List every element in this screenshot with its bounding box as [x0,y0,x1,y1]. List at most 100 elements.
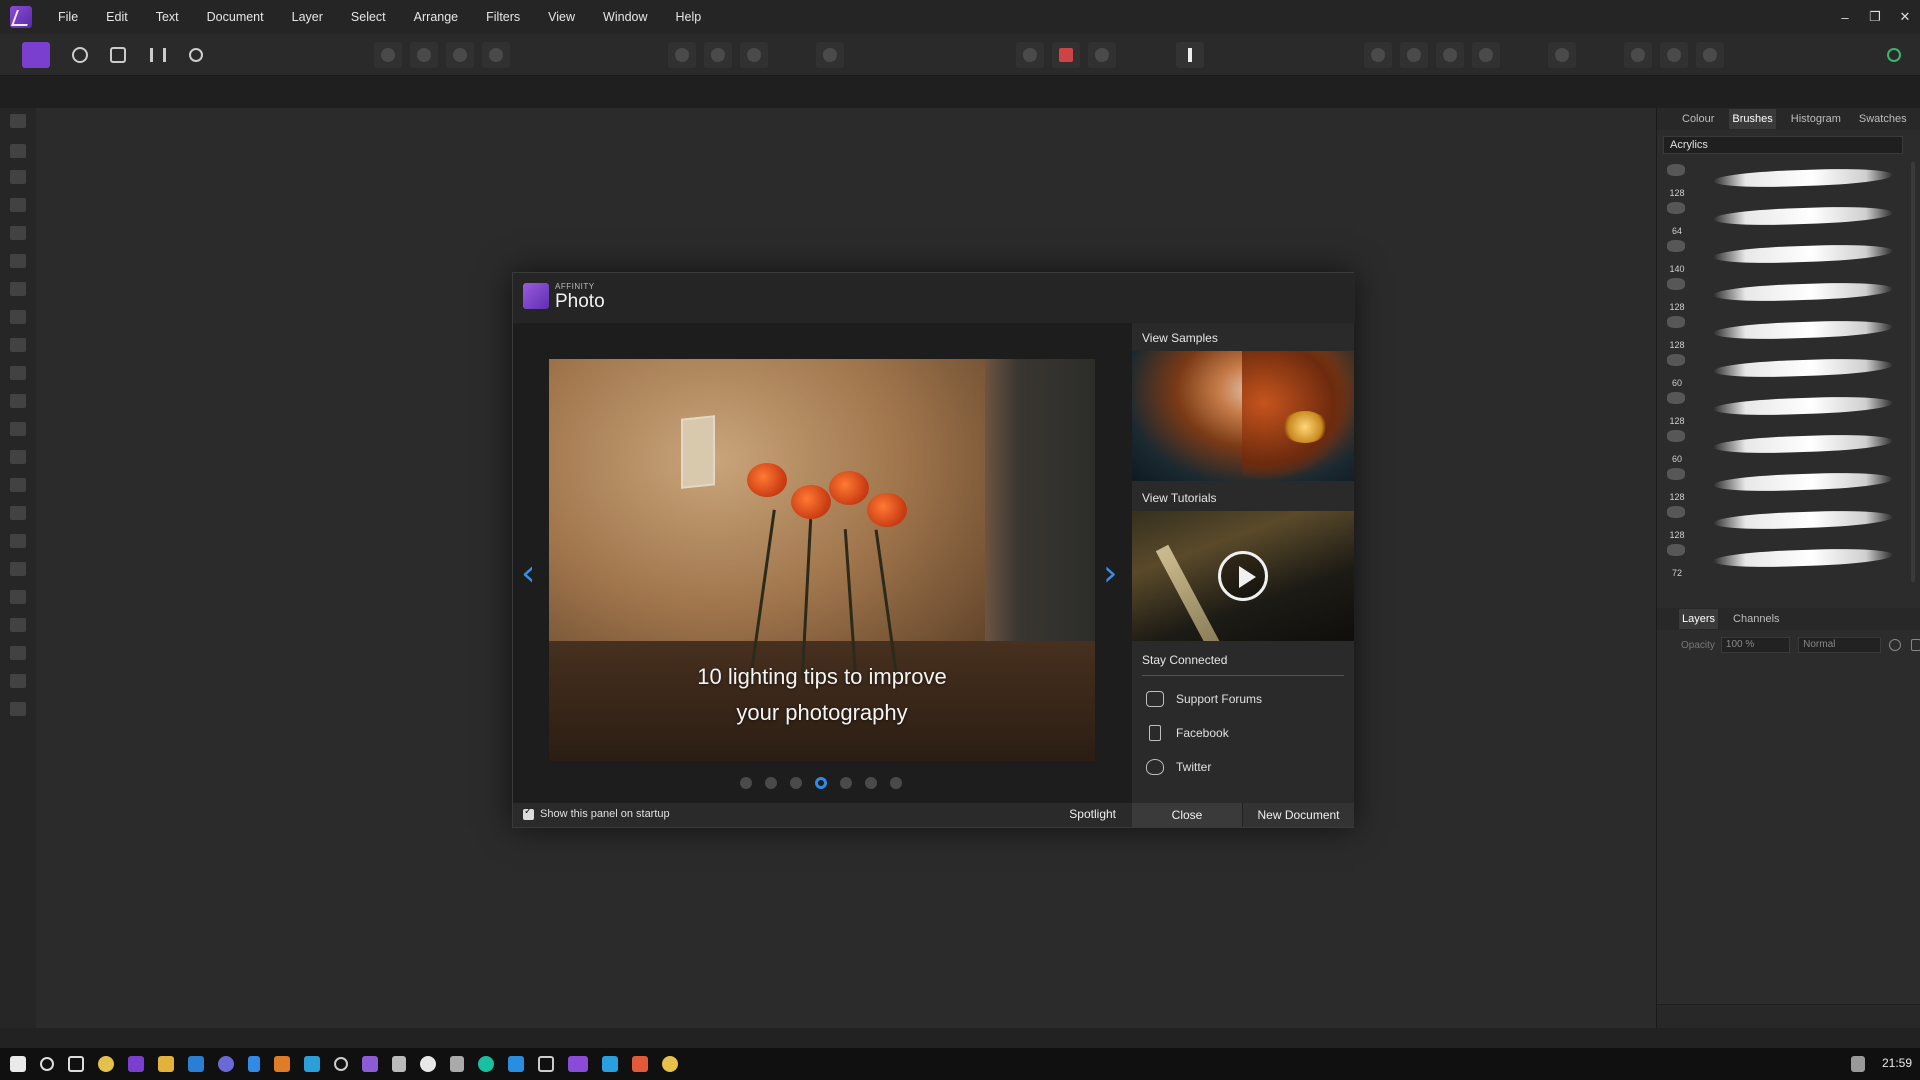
flood-fill-tool-icon[interactable] [10,338,26,352]
brush-category-select[interactable]: Acrylics [1663,136,1903,154]
onenote-icon[interactable] [128,1056,144,1072]
show-on-startup-checkbox[interactable] [523,806,534,820]
colour-toggle-icon[interactable] [1052,42,1080,68]
menu-help[interactable]: Help [676,10,717,24]
task-view-icon[interactable] [68,1056,84,1072]
arrange-front-icon[interactable] [1472,42,1500,68]
user-account-icon[interactable] [1880,42,1908,68]
brush-item[interactable]: 128 [1663,504,1907,542]
restore-button[interactable]: ❐ [1860,9,1890,25]
carousel-dot[interactable] [765,777,777,789]
menu-view[interactable]: View [548,10,590,24]
rectangle-tool-icon[interactable] [10,618,26,632]
tab-histogram[interactable]: Histogram [1788,109,1844,129]
flood-select-tool-icon[interactable] [10,254,26,268]
align-icon[interactable] [1548,42,1576,68]
auto-colours-icon[interactable] [446,42,474,68]
affinity-publisher-icon[interactable] [632,1056,648,1072]
brush-item[interactable]: 128 [1663,162,1907,200]
brush-item[interactable]: 72 [1663,542,1907,580]
menu-select[interactable]: Select [351,10,401,24]
blur-tool-icon[interactable] [10,534,26,548]
boolean-add-icon[interactable] [1624,42,1652,68]
zoom-tool-icon[interactable] [10,702,26,716]
brushes-scrollbar[interactable] [1911,162,1915,582]
chrome-icon[interactable] [98,1056,114,1072]
app-icon[interactable] [538,1056,554,1072]
boolean-subtract-icon[interactable] [1660,42,1688,68]
selection-brush-tool-icon[interactable] [10,226,26,240]
show-on-startup-label[interactable]: Show this panel on startup [540,808,670,820]
visual-studio-icon[interactable] [362,1056,378,1072]
spotlight-image[interactable]: 10 lighting tips to improve your photogr… [549,359,1095,761]
vscode-icon[interactable] [508,1056,524,1072]
carousel-dot[interactable] [790,777,802,789]
next-arrow-icon[interactable]: › [1103,553,1117,594]
auto-contrast-icon[interactable] [410,42,438,68]
selection-mode-icon[interactable] [668,42,696,68]
facebook-link[interactable]: Facebook [1146,723,1229,743]
blend-mode-select[interactable]: Normal [1798,637,1882,653]
menu-file[interactable]: File [58,10,93,24]
play-icon[interactable] [1218,551,1268,601]
carousel-dot[interactable] [890,777,902,789]
colour-picker-tool-icon[interactable] [10,170,26,184]
export-persona-icon[interactable] [182,42,210,68]
support-forums-link[interactable]: Support Forums [1146,689,1262,709]
clock[interactable]: 21:59 [1882,1056,1912,1070]
crop-tool-icon[interactable] [10,198,26,212]
app-icon[interactable] [392,1056,406,1072]
healing-brush-tool-icon[interactable] [10,478,26,492]
carousel-dot[interactable] [865,777,877,789]
brush-item[interactable]: 128 [1663,276,1907,314]
snapping-icon[interactable] [816,42,844,68]
carousel-dot[interactable] [840,777,852,789]
auto-white-balance-icon[interactable] [482,42,510,68]
menu-arrange[interactable]: Arrange [414,10,473,24]
previous-arrow-icon[interactable]: ‹ [521,553,535,594]
paint-brush-tool-icon[interactable] [10,366,26,380]
carousel-dot[interactable] [815,777,827,789]
smudge-tool-icon[interactable] [10,506,26,520]
affinity-photo-logo-icon[interactable] [10,6,32,28]
grid-icon[interactable] [1016,42,1044,68]
layer-settings-icon[interactable] [1889,639,1902,651]
brush-item[interactable]: 128 [1663,390,1907,428]
tab-brushes[interactable]: Brushes [1729,109,1776,129]
menu-layer[interactable]: Layer [292,10,338,24]
app-icon[interactable] [334,1057,348,1071]
menu-edit[interactable]: Edit [106,10,143,24]
menu-filters[interactable]: Filters [486,10,535,24]
brush-item[interactable]: 60 [1663,352,1907,390]
info-icon[interactable] [1176,42,1204,68]
develop-persona-icon[interactable] [104,42,132,68]
boolean-intersect-icon[interactable] [1696,42,1724,68]
tab-layers[interactable]: Layers [1679,609,1719,629]
tone-mapping-persona-icon[interactable] [144,42,172,68]
close-button[interactable]: Close [1132,803,1242,827]
quick-mask-icon[interactable] [704,42,732,68]
freehand-selection-tool-icon[interactable] [10,310,26,324]
erase-brush-tool-icon[interactable] [10,422,26,436]
file-explorer-icon[interactable] [158,1056,174,1072]
artistic-text-tool-icon[interactable] [10,646,26,660]
marquee-tool-icon[interactable] [10,282,26,296]
photo-persona-icon[interactable] [22,42,50,68]
lock-icon[interactable] [1911,639,1920,651]
opacity-field[interactable]: 100 % [1720,637,1791,653]
twitter-link[interactable]: Twitter [1146,757,1211,777]
pen-tray-icon[interactable] [1851,1056,1865,1072]
minimize-button[interactable]: – [1830,10,1860,25]
view-tutorials-label[interactable]: View Tutorials [1142,491,1216,505]
liquify-persona-icon[interactable] [66,42,94,68]
pen-tool-icon[interactable] [10,590,26,604]
search-icon[interactable] [40,1057,54,1071]
view-samples-label[interactable]: View Samples [1142,331,1218,345]
refine-selection-icon[interactable] [740,42,768,68]
move-tool-icon[interactable] [10,144,26,158]
tab-colour[interactable]: Colour [1679,109,1717,129]
tab-channels[interactable]: Channels [1730,609,1782,629]
gradient-tool-icon[interactable] [10,562,26,576]
brush-item[interactable]: 64 [1663,200,1907,238]
app-icon[interactable] [248,1056,260,1072]
